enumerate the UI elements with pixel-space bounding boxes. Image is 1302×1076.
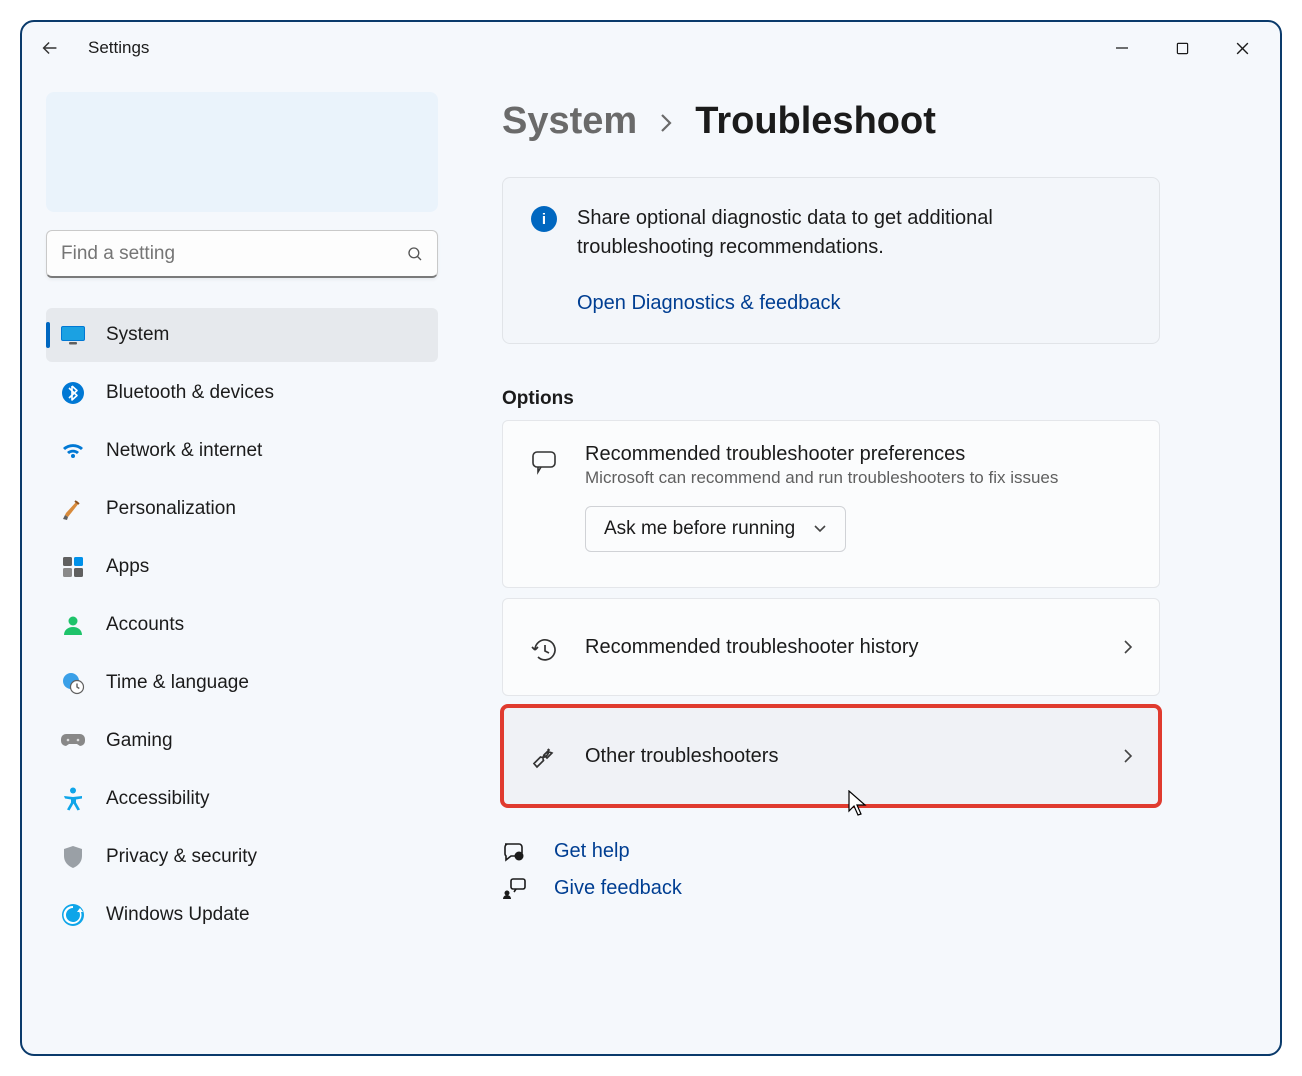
sidebar-item-label: System: [106, 324, 169, 346]
back-button[interactable]: [30, 37, 70, 59]
maximize-icon: [1176, 42, 1189, 55]
window-title: Settings: [88, 38, 149, 58]
card-title: Recommended troubleshooter preferences: [585, 443, 1133, 466]
banner-message: Share optional diagnostic data to get ad…: [577, 204, 1131, 262]
settings-window: Settings: [20, 20, 1282, 1056]
sidebar-item-personalization[interactable]: Personalization: [46, 482, 438, 536]
monitor-icon: [60, 322, 86, 348]
shield-icon: [60, 844, 86, 870]
sidebar-item-label: Accounts: [106, 614, 184, 636]
sidebar-item-system[interactable]: System: [46, 308, 438, 362]
footer-links: ? Get help Give feedback: [502, 840, 1160, 900]
chevron-down-icon: [813, 524, 827, 534]
maximize-button[interactable]: [1152, 28, 1212, 68]
history-icon: [529, 636, 559, 664]
prefs-dropdown[interactable]: Ask me before running: [585, 506, 846, 552]
sidebar-item-label: Personalization: [106, 498, 236, 520]
get-help-link[interactable]: ? Get help: [502, 840, 1160, 863]
paintbrush-icon: [60, 496, 86, 522]
feedback-icon: [502, 878, 526, 900]
sidebar-item-network[interactable]: Network & internet: [46, 424, 438, 478]
sidebar-item-label: Accessibility: [106, 788, 209, 810]
minimize-button[interactable]: [1092, 28, 1152, 68]
sidebar-item-label: Privacy & security: [106, 846, 257, 868]
window-controls: [1092, 28, 1272, 68]
bluetooth-icon: [60, 380, 86, 406]
troubleshooter-prefs-card: Recommended troubleshooter preferences M…: [502, 420, 1160, 588]
accessibility-icon: [60, 786, 86, 812]
breadcrumb: System Troubleshoot: [502, 100, 1160, 143]
search-input[interactable]: [47, 243, 393, 265]
update-icon: [60, 902, 86, 928]
breadcrumb-parent[interactable]: System: [502, 100, 637, 143]
wifi-icon: [60, 438, 86, 464]
close-icon: [1235, 41, 1250, 56]
globe-clock-icon: [60, 670, 86, 696]
open-diagnostics-link[interactable]: Open Diagnostics & feedback: [577, 292, 1131, 315]
sidebar-item-apps[interactable]: Apps: [46, 540, 438, 594]
chevron-right-icon: [1123, 748, 1133, 764]
dropdown-value: Ask me before running: [604, 518, 795, 540]
minimize-icon: [1115, 41, 1129, 55]
troubleshooter-history-card[interactable]: Recommended troubleshooter history: [502, 598, 1160, 696]
wrench-icon: [529, 745, 559, 773]
chat-bubble-icon: [529, 449, 559, 475]
sidebar-item-time-language[interactable]: Time & language: [46, 656, 438, 710]
sidebar-item-accessibility[interactable]: Accessibility: [46, 772, 438, 826]
breadcrumb-current: Troubleshoot: [695, 100, 936, 143]
link-label: Get help: [554, 840, 630, 863]
gamepad-icon: [60, 728, 86, 754]
nav-list: System Bluetooth & devices Network & int…: [46, 308, 438, 946]
options-heading: Options: [502, 388, 1160, 410]
sidebar-item-accounts[interactable]: Accounts: [46, 598, 438, 652]
sidebar-item-privacy[interactable]: Privacy & security: [46, 830, 438, 884]
sidebar-item-label: Network & internet: [106, 440, 262, 462]
sidebar-item-update[interactable]: Windows Update: [46, 888, 438, 942]
diagnostics-banner: i Share optional diagnostic data to get …: [502, 177, 1160, 344]
main-content: System Troubleshoot i Share optional dia…: [462, 74, 1280, 1054]
card-subtitle: Microsoft can recommend and run troubles…: [585, 468, 1133, 488]
other-troubleshooters-card[interactable]: Other troubleshooters: [502, 706, 1160, 806]
card-title: Other troubleshooters: [585, 745, 1097, 768]
info-icon: i: [531, 206, 557, 232]
sidebar-item-label: Apps: [106, 556, 149, 578]
sidebar-item-label: Bluetooth & devices: [106, 382, 274, 404]
user-account-card[interactable]: [46, 92, 438, 212]
search-icon: [393, 245, 437, 263]
sidebar-item-label: Gaming: [106, 730, 173, 752]
search-box[interactable]: [46, 230, 438, 278]
card-title: Recommended troubleshooter history: [585, 636, 1097, 659]
person-icon: [60, 612, 86, 638]
sidebar-item-bluetooth[interactable]: Bluetooth & devices: [46, 366, 438, 420]
sidebar: System Bluetooth & devices Network & int…: [22, 74, 462, 1054]
sidebar-item-gaming[interactable]: Gaming: [46, 714, 438, 768]
close-button[interactable]: [1212, 28, 1272, 68]
give-feedback-link[interactable]: Give feedback: [502, 877, 1160, 900]
chevron-right-icon: [1123, 639, 1133, 655]
arrow-left-icon: [39, 37, 61, 59]
sidebar-item-label: Windows Update: [106, 904, 250, 926]
help-icon: ?: [502, 841, 526, 863]
link-label: Give feedback: [554, 877, 682, 900]
apps-icon: [60, 554, 86, 580]
chevron-right-icon: [659, 113, 673, 133]
titlebar: Settings: [22, 22, 1280, 74]
sidebar-item-label: Time & language: [106, 672, 249, 694]
